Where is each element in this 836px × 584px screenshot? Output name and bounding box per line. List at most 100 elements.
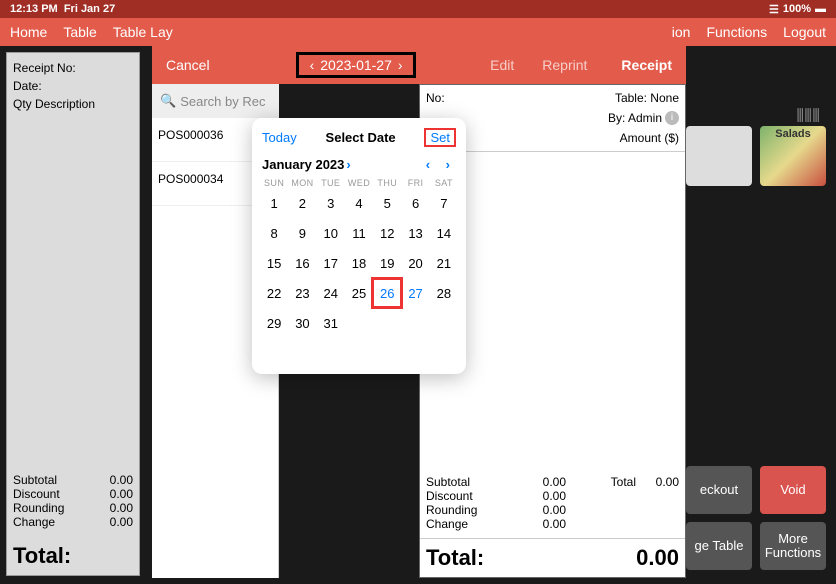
calendar-day[interactable]: 15 [260, 248, 288, 278]
reprint-button[interactable]: Reprint [542, 57, 587, 73]
calendar-month[interactable]: January 2023› [262, 157, 351, 172]
calendar-day[interactable]: 11 [345, 218, 373, 248]
calendar-day[interactable]: 30 [288, 308, 316, 338]
rd-total-val: 0.00 [636, 475, 679, 489]
rd-subtotal-label: Subtotal [426, 475, 506, 489]
calendar-day[interactable]: 23 [288, 278, 316, 308]
calendar-dow: FRI [401, 178, 429, 188]
calendar-day[interactable]: 19 [373, 248, 401, 278]
nav-tablelay[interactable]: Table Lay [113, 24, 173, 40]
nav-ion[interactable]: ion [672, 24, 691, 40]
nav-logout[interactable]: Logout [783, 24, 826, 40]
lp-subtotal: 0.00 [110, 473, 133, 487]
change-table-button[interactable]: ge Table [686, 522, 752, 570]
calendar-day[interactable]: 6 [401, 188, 429, 218]
qty-description-header: Qty Description [13, 95, 133, 113]
calendar-day[interactable]: 1 [260, 188, 288, 218]
receipt-no-label: Receipt No: [13, 59, 133, 77]
nav-table[interactable]: Table [63, 24, 96, 40]
more-functions-button[interactable]: More Functions [760, 522, 826, 570]
calendar-set-button[interactable]: Set [424, 128, 456, 147]
rd-change: 0.00 [506, 517, 566, 531]
edit-button[interactable]: Edit [490, 57, 514, 73]
calendar-day[interactable]: 24 [317, 278, 345, 308]
chevron-right-icon[interactable]: › [398, 57, 403, 73]
lp-rounding: 0.00 [110, 501, 133, 515]
calendar-day[interactable]: 16 [288, 248, 316, 278]
info-icon[interactable]: i [665, 111, 679, 125]
lp-discount: 0.00 [110, 487, 133, 501]
calendar-day[interactable]: 28 [430, 278, 458, 308]
rd-gtotal-label: Total: [426, 545, 484, 571]
receipt-tab[interactable]: Receipt [621, 57, 672, 73]
rd-rounding-label: Rounding [426, 503, 506, 517]
calendar-day[interactable]: 12 [373, 218, 401, 248]
rd-table-label: Table: None [615, 91, 679, 105]
calendar-day[interactable]: 10 [317, 218, 345, 248]
selected-date: 2023-01-27 [320, 57, 392, 73]
navigation-bar: Home Table Table Lay ion Functions Logou… [0, 18, 836, 46]
status-date: Fri Jan 27 [64, 3, 115, 15]
modal-toolbar: Cancel ‹ 2023-01-27 › Edit Reprint Recei… [152, 46, 686, 84]
tile-salads-label: Salads [760, 128, 826, 140]
calendar-next-month[interactable]: › [446, 157, 450, 172]
calendar-day[interactable]: 26 [373, 278, 401, 308]
calendar-day[interactable]: 3 [317, 188, 345, 218]
checkout-button[interactable]: eckout [686, 466, 752, 514]
lp-total-label: Total: [7, 537, 139, 575]
calendar-day[interactable]: 18 [345, 248, 373, 278]
rd-by-label: By: Admin [608, 111, 662, 125]
calendar-day[interactable]: 31 [317, 308, 345, 338]
cancel-button[interactable]: Cancel [166, 57, 236, 73]
calendar-title: Select Date [326, 130, 396, 145]
calendar-day[interactable]: 27 [401, 278, 429, 308]
search-row[interactable]: 🔍 Search by Rec [152, 84, 279, 118]
chevron-left-icon[interactable]: ‹ [310, 57, 315, 73]
calendar-dow: SUN [260, 178, 288, 188]
rd-no-label: No: [426, 91, 445, 105]
nav-home[interactable]: Home [10, 24, 47, 40]
calendar-days-grid: 1234567891011121314151617181920212223242… [260, 188, 458, 338]
calendar-day[interactable]: 5 [373, 188, 401, 218]
barcode-icon[interactable]: ⦀⦀⦀ [796, 106, 820, 127]
rd-rounding: 0.00 [506, 503, 566, 517]
calendar-day[interactable]: 7 [430, 188, 458, 218]
date-label: Date: [13, 77, 133, 95]
calendar-day[interactable]: 22 [260, 278, 288, 308]
calendar-day[interactable]: 21 [430, 248, 458, 278]
search-placeholder: Search by Rec [180, 94, 265, 109]
search-icon: 🔍 [160, 93, 176, 109]
calendar-day[interactable]: 2 [288, 188, 316, 218]
calendar-day[interactable]: 17 [317, 248, 345, 278]
battery-percent: 100% [783, 3, 811, 15]
calendar-today-button[interactable]: Today [262, 130, 297, 145]
calendar-day[interactable]: 13 [401, 218, 429, 248]
calendar-dow: MON [288, 178, 316, 188]
calendar-day[interactable]: 14 [430, 218, 458, 248]
lp-rounding-label: Rounding [13, 501, 64, 515]
rd-amount-header: Amount ($) [620, 131, 679, 145]
calendar-popover: Today Select Date Set January 2023› ‹ › … [252, 118, 466, 374]
calendar-day[interactable]: 8 [260, 218, 288, 248]
calendar-day[interactable]: 20 [401, 248, 429, 278]
calendar-dow: SAT [430, 178, 458, 188]
rd-change-label: Change [426, 517, 506, 531]
calendar-prev-month[interactable]: ‹ [426, 157, 430, 172]
nav-functions[interactable]: Functions [706, 24, 767, 40]
calendar-dow-row: SUNMONTUEWEDTHUFRISAT [260, 178, 458, 188]
battery-icon: ▬ [815, 3, 826, 15]
rd-discount: 0.00 [506, 489, 566, 503]
lp-subtotal-label: Subtotal [13, 473, 57, 487]
category-tile-salads[interactable]: Salads [760, 126, 826, 186]
void-button[interactable]: Void [760, 466, 826, 514]
wifi-icon: ☰ [769, 3, 779, 16]
lp-change: 0.00 [110, 515, 133, 529]
calendar-day[interactable]: 9 [288, 218, 316, 248]
rd-total-lbl: Total [576, 475, 636, 489]
category-tile-1[interactable] [686, 126, 752, 186]
calendar-dow: THU [373, 178, 401, 188]
date-selector[interactable]: ‹ 2023-01-27 › [296, 52, 416, 78]
calendar-day[interactable]: 29 [260, 308, 288, 338]
calendar-day[interactable]: 4 [345, 188, 373, 218]
calendar-day[interactable]: 25 [345, 278, 373, 308]
